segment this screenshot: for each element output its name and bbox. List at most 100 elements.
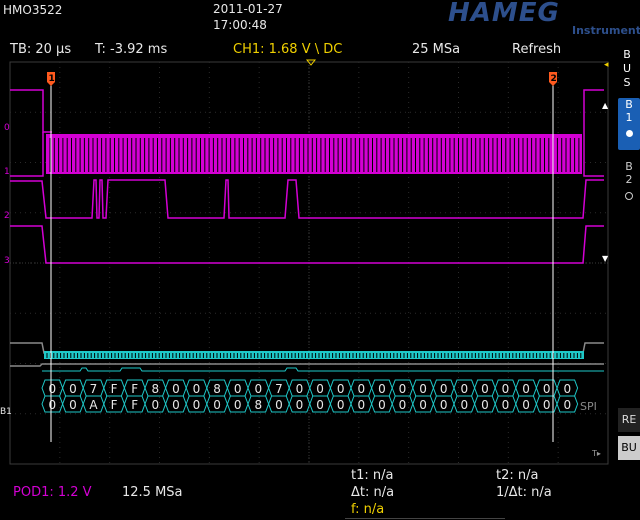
bus-value-row2: 0	[399, 398, 407, 412]
digital-trace-2	[10, 179, 604, 219]
bus-value-row1: 8	[151, 382, 159, 396]
trigger-time-readout[interactable]: T: -3.92 ms	[95, 42, 167, 57]
pod-sample-rate: 12.5 MSa	[122, 485, 183, 500]
timebase-readout[interactable]: TB: 20 µs	[10, 42, 71, 57]
bus-value-row2: 0	[275, 398, 283, 412]
waveform-display[interactable]: ◂ 0 1 2 3 00007AFFFF80000080000870000000…	[0, 58, 614, 470]
bus-value-row1: 0	[69, 382, 77, 396]
divider	[345, 518, 505, 519]
bus-value-row2: 0	[234, 398, 242, 412]
trigger-level-icon: ◂	[604, 60, 609, 70]
sample-rate-readout: 25 MSa	[412, 42, 461, 57]
model-name: HMO3522	[3, 3, 63, 17]
cursor-dt-readout: Δt: n/a	[351, 485, 395, 500]
bus-value-row1: 0	[460, 382, 468, 396]
bus-value-row1: 7	[275, 382, 283, 396]
bus-value-row2: 0	[481, 398, 489, 412]
cursor-inv-dt-readout: 1/Δt: n/a	[496, 485, 552, 500]
bus-value-row2: 0	[48, 398, 56, 412]
bus-value-row2: 0	[543, 398, 551, 412]
bus-menu-label: BUS	[616, 48, 638, 93]
bus-value-row1: 0	[563, 382, 571, 396]
bus-value-row2: 0	[69, 398, 77, 412]
bus-value-row1: 0	[419, 382, 427, 396]
bus-value-row2: 0	[440, 398, 448, 412]
acquisition-mode[interactable]: Refresh	[512, 42, 561, 57]
time-text: 17:00:48	[213, 18, 267, 32]
side-bu-button[interactable]: BU	[618, 436, 640, 460]
bus-value-row2: 0	[337, 398, 345, 412]
bus-value-row2: 0	[213, 398, 221, 412]
side-panel: BUS B1 B2 RE BU	[615, 40, 640, 470]
bus-value-row1: 0	[193, 382, 201, 396]
cursor-1-label: 1	[49, 74, 55, 84]
bus-protocol-label: SPI	[580, 400, 597, 413]
bus-value-row2: 0	[316, 398, 324, 412]
bus-value-row2: 0	[419, 398, 427, 412]
bus-value-row1: F	[131, 382, 138, 396]
bus-value-row1: 0	[440, 382, 448, 396]
bus-value-row1: 0	[357, 382, 365, 396]
bus-value-row2: F	[111, 398, 118, 412]
bus-value-row2: 0	[522, 398, 530, 412]
bus-menu-text: BUS	[620, 48, 634, 90]
bus-value-row1: 0	[172, 382, 180, 396]
bus-value-row1: 0	[502, 382, 510, 396]
bus-value-row1: 0	[399, 382, 407, 396]
bus-value-row2: 0	[296, 398, 304, 412]
bus-value-row2: 0	[357, 398, 365, 412]
bus-b1-label: B1	[622, 98, 636, 124]
trigger-slope-icon: \	[314, 42, 320, 57]
cursor-2-label: 2	[551, 74, 557, 84]
bus-value-row2: 0	[151, 398, 159, 412]
bus-mosi-line	[10, 363, 604, 367]
bus-label: B1	[0, 407, 12, 417]
scroll-up-icon[interactable]: ▲	[602, 101, 609, 110]
pod-readout[interactable]: POD1: 1.2 V	[13, 485, 92, 500]
bus-value-row2: F	[131, 398, 138, 412]
trigger-coupling: DC	[323, 42, 343, 57]
bus-value-row1: 0	[316, 382, 324, 396]
bus-value-row2: A	[89, 398, 98, 412]
bottom-bar: POD1: 1.2 V 12.5 MSa t1: n/a t2: n/a Δt:…	[0, 468, 640, 520]
bus-value-row1: 8	[213, 382, 221, 396]
bus-value-row2: 0	[172, 398, 180, 412]
ch-marker-1: 1	[4, 167, 10, 177]
cursor-freq-readout: f: n/a	[351, 502, 385, 517]
brand-sub: Instruments	[572, 24, 640, 37]
bus-value-row1: 0	[254, 382, 262, 396]
date-text: 2011-01-27	[213, 2, 283, 16]
radio-unselected-icon	[625, 192, 633, 200]
scroll-down-icon[interactable]: ▼	[602, 254, 609, 263]
status-bar: TB: 20 µs T: -3.92 ms CH1: 1.68 V \ DC 2…	[0, 40, 608, 58]
side-re-button[interactable]: RE	[618, 408, 640, 432]
trigger-mark: T▸	[591, 449, 601, 458]
bus-b2-label: B2	[622, 160, 636, 186]
bus-value-row2: 0	[460, 398, 468, 412]
bus-value-row2: 8	[254, 398, 262, 412]
bus-value-row1: 0	[522, 382, 530, 396]
bus-value-row1: 7	[90, 382, 98, 396]
bus-value-row1: F	[111, 382, 118, 396]
brand-logo: HAMEG	[448, 0, 560, 28]
header-bar: HMO3522 2011-01-27 17:00:48 HAMEG Instru…	[0, 0, 640, 40]
spi-data-trace	[42, 367, 604, 372]
ch-marker-0: 0	[4, 123, 10, 133]
bus-value-row1: 0	[48, 382, 56, 396]
radio-selected-icon	[625, 130, 633, 137]
bus-b2-button[interactable]: B2	[618, 160, 640, 212]
bus-value-row1: 0	[234, 382, 242, 396]
bus-value-row2: 0	[378, 398, 386, 412]
trigger-readout[interactable]: CH1: 1.68 V \ DC	[233, 42, 342, 57]
ch-marker-2: 2	[4, 211, 10, 221]
bus-value-row1: 0	[337, 382, 345, 396]
bus-value-row1: 0	[481, 382, 489, 396]
bus-value-row1: 0	[543, 382, 551, 396]
bus-value-row2: 0	[193, 398, 201, 412]
trigger-level: CH1: 1.68 V	[233, 42, 311, 57]
digital-trace-3	[10, 225, 604, 264]
bus-value-row2: 0	[563, 398, 571, 412]
cursor-t1-readout: t1: n/a	[351, 468, 394, 483]
cursor-t2-readout: t2: n/a	[496, 468, 539, 483]
bus-b1-button[interactable]: B1	[618, 98, 640, 150]
